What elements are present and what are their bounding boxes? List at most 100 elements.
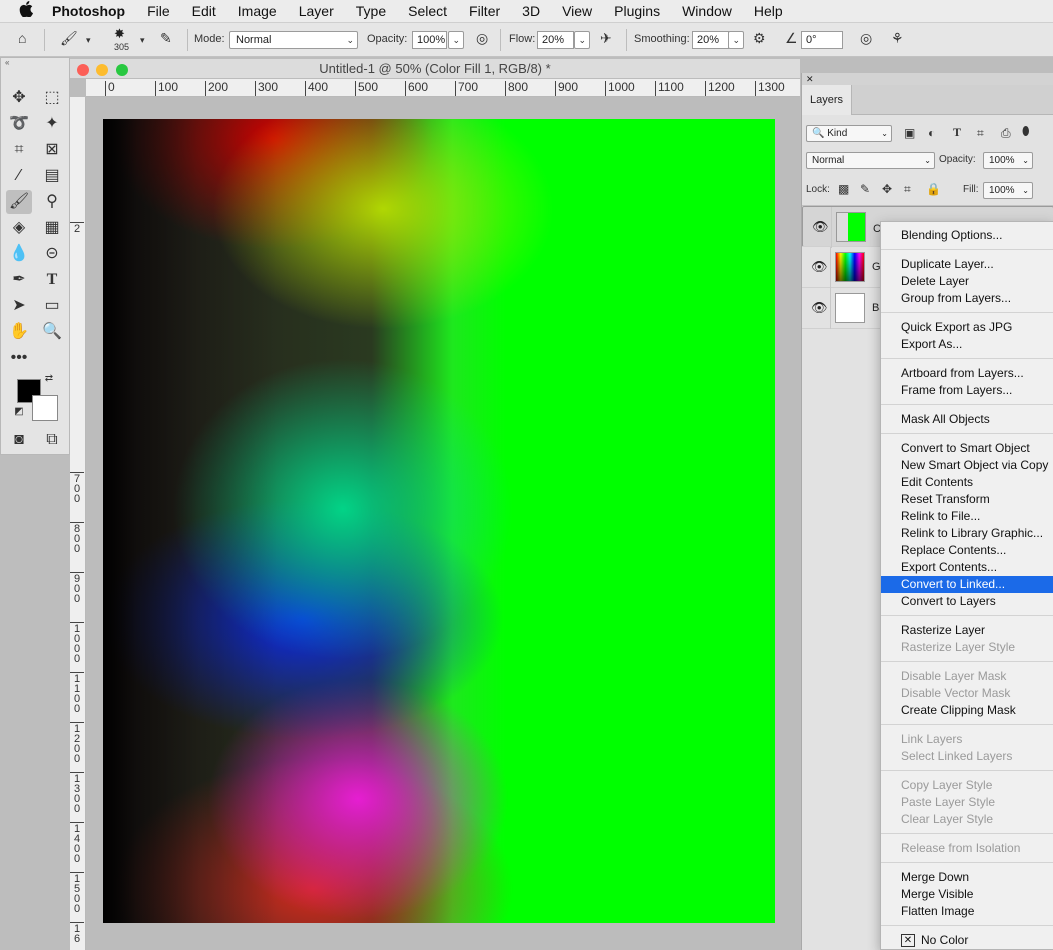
- zoom-tool-icon[interactable]: 🔍: [39, 320, 65, 344]
- airbrush-icon[interactable]: ✈: [600, 30, 612, 47]
- menu-photoshop[interactable]: Photoshop: [52, 3, 136, 19]
- brush-tool-icon[interactable]: 🖌: [6, 190, 32, 214]
- menu-item-quick-export-jpg[interactable]: Quick Export as JPG: [881, 319, 1053, 336]
- menu-item-merge-visible[interactable]: Merge Visible: [881, 886, 1053, 903]
- menu-item-convert-to-linked[interactable]: Convert to Linked...: [881, 576, 1053, 593]
- adjustment-filter-icon[interactable]: ◐: [928, 126, 935, 140]
- menu-item-export-as[interactable]: Export As...: [881, 336, 1053, 353]
- lock-transparency-icon[interactable]: ▩: [838, 182, 849, 196]
- lock-all-icon[interactable]: 🔒: [926, 182, 941, 196]
- eye-icon[interactable]: 👁: [812, 219, 829, 235]
- menu-window[interactable]: Window: [671, 3, 743, 19]
- swap-colors-icon[interactable]: ⇄: [41, 372, 57, 386]
- opacity-dropdown[interactable]: ⌄: [448, 31, 464, 49]
- menu-item-delete-layer[interactable]: Delete Layer: [881, 273, 1053, 290]
- menu-item-duplicate-layer[interactable]: Duplicate Layer...: [881, 256, 1053, 273]
- mode-select[interactable]: Normal ⌄: [229, 31, 358, 49]
- marquee-tool-icon[interactable]: ⬚: [39, 86, 65, 110]
- menu-layer[interactable]: Layer: [288, 3, 345, 19]
- menu-help[interactable]: Help: [743, 3, 794, 19]
- stamp-tool-icon[interactable]: ⚲: [39, 190, 65, 214]
- collapse-icon[interactable]: «: [1, 58, 69, 68]
- flow-dropdown[interactable]: ⌄: [574, 31, 590, 49]
- eyedropper-icon[interactable]: ⁄: [6, 164, 32, 188]
- rectangle-tool-icon[interactable]: ▭: [39, 294, 65, 318]
- menu-item-create-clipping-mask[interactable]: Create Clipping Mask: [881, 702, 1053, 719]
- menu-3d[interactable]: 3D: [511, 3, 551, 19]
- menu-item-reset-transform[interactable]: Reset Transform: [881, 491, 1053, 508]
- gear-icon[interactable]: ⚙: [753, 30, 766, 47]
- type-filter-icon[interactable]: T: [953, 125, 961, 140]
- menu-file[interactable]: File: [136, 3, 181, 19]
- smoothing-input[interactable]: 20%: [692, 31, 729, 49]
- home-icon[interactable]: ⌂: [18, 30, 26, 46]
- menu-select[interactable]: Select: [397, 3, 458, 19]
- apple-icon[interactable]: [0, 1, 52, 21]
- background-color-swatch[interactable]: [32, 395, 58, 421]
- angle-input[interactable]: 0°: [801, 31, 843, 49]
- lock-artboard-icon[interactable]: ⌗: [904, 182, 911, 197]
- menu-item-group-from-layers[interactable]: Group from Layers...: [881, 290, 1053, 307]
- healing-brush-icon[interactable]: ▤: [39, 164, 65, 188]
- menu-item-frame-from-layers[interactable]: Frame from Layers...: [881, 382, 1053, 399]
- menu-item-relink-to-library-graphic[interactable]: Relink to Library Graphic...: [881, 525, 1053, 542]
- menu-view[interactable]: View: [551, 3, 603, 19]
- menu-item-convert-to-layers[interactable]: Convert to Layers: [881, 593, 1053, 610]
- menu-filter[interactable]: Filter: [458, 3, 511, 19]
- brush-preset-icon[interactable]: ✸: [114, 26, 125, 42]
- zoom-window-button[interactable]: [116, 64, 128, 76]
- menu-type[interactable]: Type: [345, 3, 397, 19]
- menu-item-no-color[interactable]: ✕ No Color: [881, 932, 1053, 949]
- more-tools-icon[interactable]: •••: [6, 346, 32, 370]
- close-panel-icon[interactable]: ✕: [802, 73, 1053, 85]
- menu-item-mask-all-objects[interactable]: Mask All Objects: [881, 411, 1053, 428]
- crop-tool-icon[interactable]: ⌗: [6, 138, 32, 162]
- type-tool-icon[interactable]: T: [39, 268, 65, 292]
- menu-item-rasterize-layer[interactable]: Rasterize Layer: [881, 622, 1053, 639]
- pressure-opacity-icon[interactable]: ◎: [476, 30, 488, 47]
- flow-input[interactable]: 20%: [537, 31, 574, 49]
- menu-item-merge-down[interactable]: Merge Down: [881, 869, 1053, 886]
- chevron-down-icon[interactable]: ▾: [140, 35, 145, 46]
- menu-plugins[interactable]: Plugins: [603, 3, 671, 19]
- smoothing-dropdown[interactable]: ⌄: [728, 31, 744, 49]
- pen-tool-icon[interactable]: ✒: [6, 268, 32, 292]
- minimize-window-button[interactable]: [96, 64, 108, 76]
- menu-edit[interactable]: Edit: [181, 3, 227, 19]
- screen-mode-icon[interactable]: ⧉: [39, 428, 65, 452]
- menu-item-artboard-from-layers[interactable]: Artboard from Layers...: [881, 365, 1053, 382]
- smart-object-filter-icon[interactable]: ⎙: [1001, 126, 1011, 141]
- kind-filter-select[interactable]: 🔍 Kind ⌄: [806, 125, 892, 142]
- magic-wand-icon[interactable]: ✦: [39, 112, 65, 136]
- eye-icon[interactable]: 👁: [811, 300, 828, 316]
- tab-layers[interactable]: Layers: [802, 85, 852, 115]
- menu-item-blending-options[interactable]: Blending Options...: [881, 227, 1053, 244]
- lock-pixels-icon[interactable]: ✎: [860, 182, 870, 196]
- default-colors-icon[interactable]: ◩: [11, 405, 27, 419]
- lock-position-icon[interactable]: ✥: [882, 182, 892, 196]
- path-select-icon[interactable]: ➤: [6, 294, 32, 318]
- close-window-button[interactable]: [77, 64, 89, 76]
- lasso-tool-icon[interactable]: ➰: [6, 112, 32, 136]
- menu-item-replace-contents[interactable]: Replace Contents...: [881, 542, 1053, 559]
- hand-tool-icon[interactable]: ✋: [6, 320, 32, 344]
- quick-mask-icon[interactable]: ◙: [6, 428, 32, 452]
- chevron-down-icon[interactable]: ▾: [86, 35, 91, 46]
- brush-settings-icon[interactable]: ✎: [160, 30, 172, 47]
- move-tool-icon[interactable]: ✥: [6, 86, 32, 110]
- fill-input[interactable]: 100% ⌄: [983, 182, 1033, 199]
- gradient-tool-icon[interactable]: ▦: [39, 216, 65, 240]
- eye-icon[interactable]: 👁: [811, 259, 828, 275]
- menu-item-flatten-image[interactable]: Flatten Image: [881, 903, 1053, 920]
- menu-item-new-smart-object-via-copy[interactable]: New Smart Object via Copy: [881, 457, 1053, 474]
- opacity-input[interactable]: 100%: [412, 31, 447, 49]
- shape-filter-icon[interactable]: ⌗: [977, 126, 984, 141]
- menu-item-edit-contents[interactable]: Edit Contents: [881, 474, 1053, 491]
- filter-toggle-icon[interactable]: ⬮: [1022, 124, 1030, 139]
- frame-tool-icon[interactable]: ⊠: [39, 138, 65, 162]
- menu-image[interactable]: Image: [227, 3, 288, 19]
- pressure-size-icon[interactable]: ◎: [860, 30, 872, 47]
- menu-item-export-contents[interactable]: Export Contents...: [881, 559, 1053, 576]
- symmetry-icon[interactable]: ⚘: [891, 30, 904, 47]
- menu-item-convert-to-smart-object[interactable]: Convert to Smart Object: [881, 440, 1053, 457]
